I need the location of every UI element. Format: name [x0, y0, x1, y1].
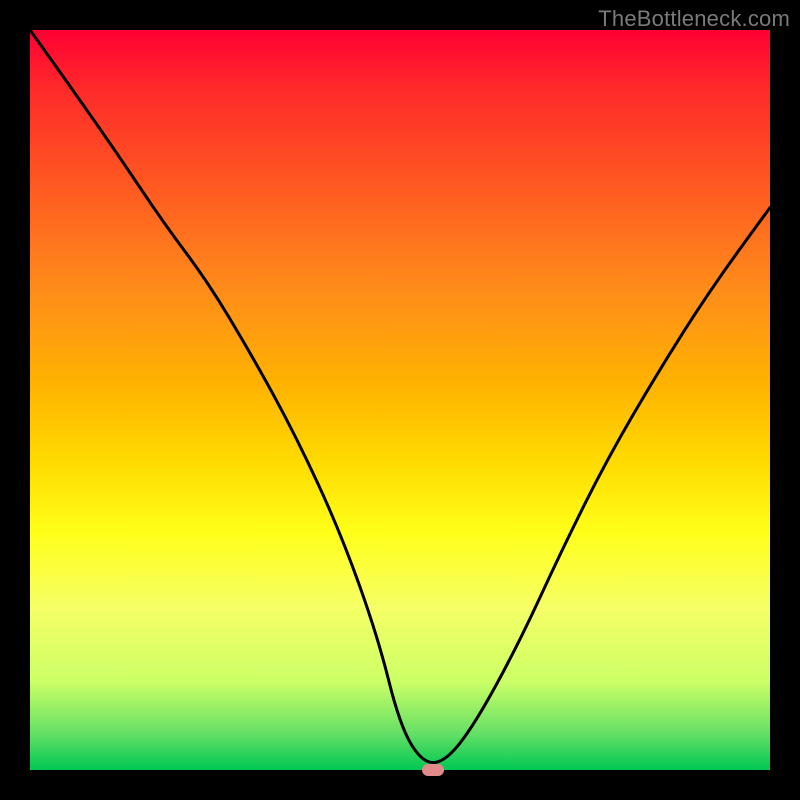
dip-marker [422, 764, 444, 776]
watermark-text: TheBottleneck.com [598, 6, 790, 32]
plot-area [30, 30, 770, 770]
chart-frame: TheBottleneck.com [0, 0, 800, 800]
bottleneck-curve [30, 30, 770, 770]
